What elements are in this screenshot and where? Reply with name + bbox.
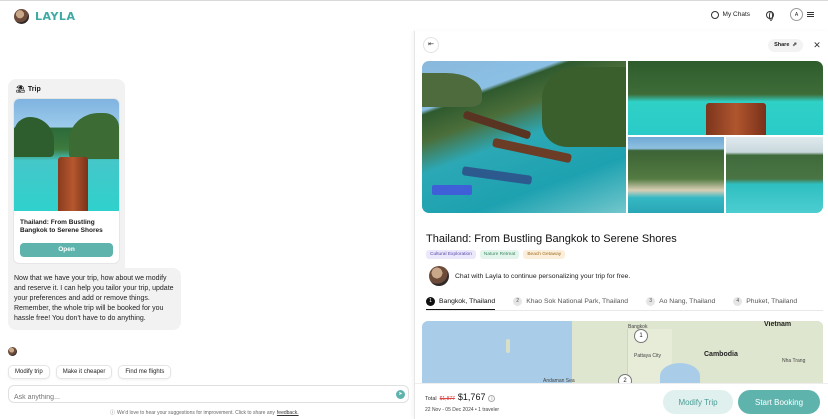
- stop-number: 1: [426, 296, 435, 306]
- top-right-controls: My Chats A: [710, 8, 814, 21]
- map-label-nha-trang: Nha Trang: [782, 358, 806, 364]
- trip-card: ⛱ Trip Thailand: From Bustling Bangkok t…: [8, 79, 125, 293]
- feedback-note: ⓘ We'd love to hear your suggestions for…: [110, 409, 299, 417]
- map-pin[interactable]: 1: [634, 329, 648, 343]
- trip-icon: ⛱: [16, 86, 25, 93]
- open-trip-button[interactable]: Open: [20, 243, 113, 257]
- chat-bubble-icon: [710, 10, 719, 19]
- tag-nature: Nature Retreat: [479, 250, 520, 259]
- trip-card-title: Thailand: From Bustling Bangkok to Seren…: [20, 219, 103, 234]
- tag-beach: Beach Getaway: [523, 250, 566, 259]
- modify-trip-button[interactable]: Modify Trip: [663, 390, 733, 414]
- send-icon[interactable]: ➤: [396, 390, 405, 399]
- layla-avatar-icon: [14, 8, 29, 24]
- share-icon: ⇗: [792, 42, 797, 48]
- tag-cultural: Cultural Exploration: [426, 250, 476, 259]
- stop-number: 2: [513, 297, 523, 306]
- price-info-icon[interactable]: i: [488, 395, 496, 402]
- booking-bar: Total $1,877 $1,767 i 22 Nov - 05 Dec 20…: [415, 383, 828, 419]
- map-label-vietnam: Vietnam: [764, 321, 792, 328]
- tab-stop-4[interactable]: 4 Phuket, Thailand: [733, 293, 797, 310]
- collapse-panel-icon[interactable]: ⇤: [423, 37, 439, 53]
- suggestion-find-flights[interactable]: Find me flights: [118, 365, 172, 379]
- user-menu-button[interactable]: A: [790, 8, 814, 21]
- globe-icon[interactable]: [766, 10, 774, 21]
- share-button[interactable]: Share ⇗: [768, 39, 803, 52]
- trip-title: Thailand: From Bustling Bangkok to Seren…: [426, 233, 677, 245]
- trip-tags: Cultural Exploration Nature Retreat Beac…: [426, 250, 566, 259]
- photo-gallery[interactable]: [422, 61, 823, 213]
- tab-stop-1[interactable]: 1 Bangkok, Thailand: [426, 293, 496, 310]
- old-price: $1,877: [439, 396, 455, 402]
- route-map[interactable]: Bangkok Vietnam Cambodia Pattaya City An…: [422, 321, 823, 387]
- share-label: Share: [774, 42, 790, 48]
- trip-dates: 22 Nov - 05 Dec 2024 • 1 traveler: [425, 407, 500, 413]
- new-price: $1,767: [457, 392, 486, 402]
- panel-toolbar: ⇤ Share ⇗ ✕: [423, 37, 823, 53]
- chat-with-layla-row[interactable]: Chat with Layla to continue personalizin…: [429, 266, 630, 286]
- user-icon: A: [790, 8, 803, 21]
- chat-input[interactable]: [9, 389, 369, 406]
- feedback-text: We'd love to hear your suggestions for i…: [117, 409, 275, 416]
- trip-image: [14, 99, 119, 211]
- gallery-main-photo[interactable]: [422, 61, 626, 213]
- logo-text: LAYLA: [35, 9, 76, 23]
- total-label: Total: [425, 396, 437, 402]
- logo[interactable]: LAYLA: [14, 8, 76, 24]
- suggestion-chips: Modify trip Make it cheaper Find me flig…: [8, 365, 172, 379]
- chat-input-box: ➤: [8, 385, 409, 406]
- map-label-pattaya: Pattaya City: [634, 353, 661, 359]
- chat-prompt: Chat with Layla to continue personalizin…: [455, 272, 631, 280]
- suggestion-modify-trip[interactable]: Modify trip: [8, 365, 50, 379]
- tab-stop-3[interactable]: 3 Ao Nang, Thailand: [646, 293, 715, 310]
- chat-pane: ⛱ Trip Thailand: From Bustling Bangkok t…: [0, 31, 413, 419]
- gallery-photo-3[interactable]: [628, 137, 724, 213]
- assistant-message: Now that we have your trip, how about we…: [8, 268, 181, 330]
- trip-label: Trip: [27, 85, 41, 93]
- map-label-cambodia: Cambodia: [704, 351, 738, 358]
- my-chats-label: My Chats: [722, 11, 750, 18]
- top-bar: LAYLA My Chats A: [0, 0, 828, 31]
- assistant-avatar: [8, 347, 17, 356]
- gallery-photo-2[interactable]: [628, 61, 823, 135]
- stop-name: Ao Nang, Thailand: [659, 298, 716, 305]
- my-chats-button[interactable]: My Chats: [710, 10, 750, 19]
- trip-card-inner: Thailand: From Bustling Bangkok to Seren…: [13, 98, 120, 264]
- layla-avatar: [429, 266, 449, 286]
- suggestion-make-cheaper[interactable]: Make it cheaper: [55, 365, 113, 379]
- feedback-link[interactable]: feedback.: [277, 410, 299, 416]
- stops-tabs: 1 Bangkok, Thailand 2 Khao Sok National …: [426, 293, 823, 311]
- stop-number: 3: [646, 297, 656, 306]
- start-booking-button[interactable]: Start Booking: [738, 390, 820, 414]
- close-icon[interactable]: ✕: [811, 39, 823, 51]
- gallery-photo-4[interactable]: [726, 137, 823, 213]
- tab-stop-2[interactable]: 2 Khao Sok National Park, Thailand: [513, 293, 628, 310]
- info-icon: ⓘ: [110, 410, 116, 416]
- stop-name: Phuket, Thailand: [746, 298, 798, 305]
- stop-name: Khao Sok National Park, Thailand: [526, 298, 629, 305]
- stop-name: Bangkok, Thailand: [439, 297, 496, 305]
- stop-number: 4: [733, 297, 743, 306]
- price-line: Total $1,877 $1,767 i: [425, 392, 496, 402]
- trip-label-row: ⛱ Trip: [16, 85, 120, 94]
- menu-icon: [807, 12, 814, 17]
- trip-panel: ⇤ Share ⇗ ✕ Thailand: From Bustling Bang…: [414, 31, 828, 419]
